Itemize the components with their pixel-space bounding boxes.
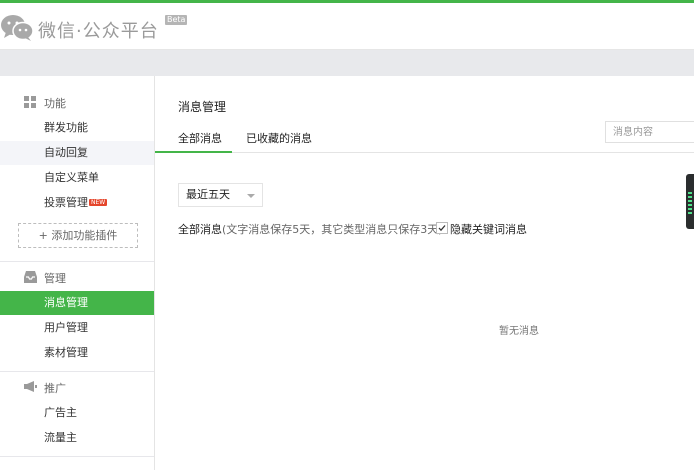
sidebar: 功能 群发功能 自动回复 自定义菜单 投票管理 NEW + 添加功能插件 管理 … <box>0 76 155 470</box>
brand-title[interactable]: 微信·公众平台 <box>38 17 159 43</box>
hide-keyword-label[interactable]: 隐藏关键词消息 <box>450 221 527 237</box>
sidebar-item-mass-send[interactable]: 群发功能 <box>0 116 154 140</box>
wechat-logo-icon[interactable] <box>0 14 34 42</box>
empty-state-text: 暂无消息 <box>499 326 539 337</box>
page-title: 消息管理 <box>178 100 227 114</box>
hide-keyword-checkbox[interactable] <box>436 222 448 234</box>
check-icon <box>438 225 446 232</box>
sidebar-item-publisher[interactable]: 流量主 <box>0 426 154 450</box>
sidebar-section-title: 管理 <box>44 272 66 285</box>
sidebar-item-label: 广告主 <box>44 406 77 419</box>
sidebar-item-auto-reply[interactable]: 自动回复 <box>0 141 154 165</box>
beta-badge: Beta <box>165 15 188 25</box>
sidebar-item-label: 消息管理 <box>44 296 88 309</box>
time-range-select[interactable]: 最近五天 <box>178 183 263 207</box>
tab-all-messages[interactable]: 全部消息 <box>178 130 222 146</box>
sidebar-divider <box>0 261 154 262</box>
new-badge: NEW <box>89 199 108 206</box>
sidebar-item-label: 素材管理 <box>44 346 88 359</box>
floating-widget-icon[interactable] <box>686 174 694 229</box>
sidebar-section-promote: 推广 <box>0 378 154 398</box>
info-note: (文字消息保存5天，其它类型消息只保存3天) <box>222 223 443 236</box>
sidebar-section-functions: 功能 <box>0 93 154 113</box>
grid-icon <box>24 96 36 111</box>
sidebar-item-label: 流量主 <box>44 431 77 444</box>
header: 微信·公众平台 Beta <box>0 3 694 50</box>
sidebar-item-material-manage[interactable]: 素材管理 <box>0 341 154 365</box>
megaphone-icon <box>24 381 37 396</box>
sidebar-item-custom-menu[interactable]: 自定义菜单 <box>0 166 154 190</box>
tabs-divider <box>155 152 694 153</box>
tab-starred-messages[interactable]: 已收藏的消息 <box>246 130 312 146</box>
sidebar-item-user-manage[interactable]: 用户管理 <box>0 316 154 340</box>
chevron-down-icon <box>247 194 255 198</box>
sidebar-section-manage: 管理 <box>0 268 154 288</box>
sidebar-item-message-manage[interactable]: 消息管理 <box>0 291 154 315</box>
message-info-text: 全部消息(文字消息保存5天，其它类型消息只保存3天) <box>178 221 443 237</box>
sidebar-item-label: 自定义菜单 <box>44 171 99 184</box>
sidebar-item-label: 用户管理 <box>44 321 88 334</box>
sidebar-item-label: 投票管理 <box>44 196 88 209</box>
search-input[interactable]: 消息内容 <box>605 121 694 143</box>
add-plugin-button[interactable]: + 添加功能插件 <box>18 223 138 248</box>
sidebar-divider <box>0 371 154 372</box>
sidebar-section-title: 推广 <box>44 382 66 395</box>
sidebar-item-vote[interactable]: 投票管理 NEW <box>0 191 154 215</box>
notice-bar <box>0 50 694 76</box>
sidebar-divider <box>0 456 154 457</box>
inbox-icon <box>24 271 37 286</box>
info-prefix: 全部消息 <box>178 223 222 236</box>
sidebar-item-label: 自动回复 <box>44 146 88 159</box>
time-range-value: 最近五天 <box>186 188 230 201</box>
sidebar-item-advertiser[interactable]: 广告主 <box>0 401 154 425</box>
sidebar-section-title: 功能 <box>44 97 66 110</box>
sidebar-item-label: 群发功能 <box>44 121 88 134</box>
active-tab-indicator <box>155 151 232 153</box>
